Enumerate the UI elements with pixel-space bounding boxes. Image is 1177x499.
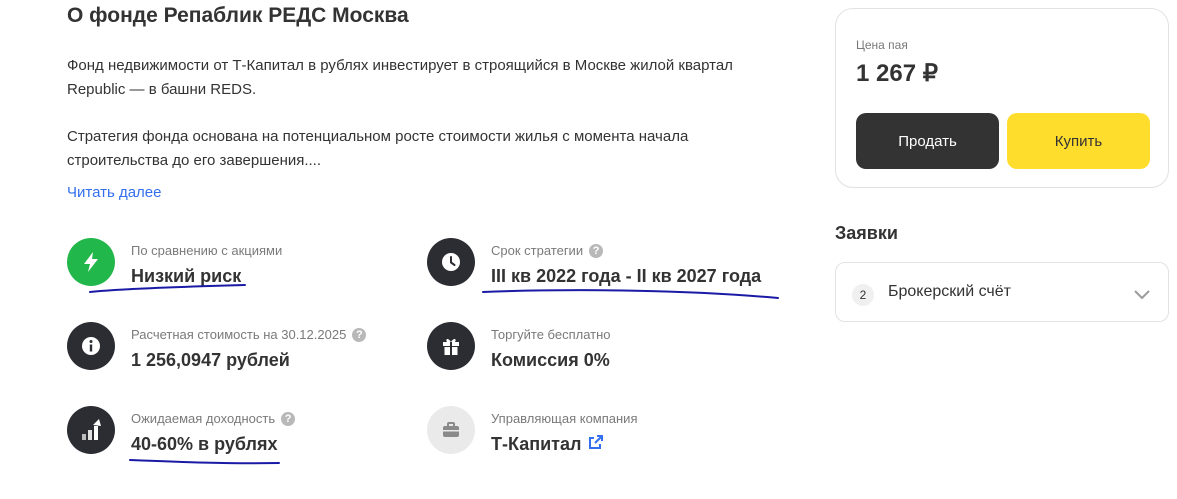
buy-button[interactable]: Купить [1007, 113, 1150, 169]
underline-term [482, 289, 779, 299]
price-value: 1 267 ₽ [856, 60, 938, 87]
sell-button[interactable]: Продать [856, 113, 999, 169]
orders-title: Заявки [835, 223, 898, 243]
account-label: Брокерский счёт [888, 283, 1011, 300]
underline-yield [129, 459, 280, 465]
account-count-badge: 2 [852, 284, 874, 306]
account-selector[interactable]: 2 Брокерский счёт [835, 262, 1169, 322]
price-label: Цена пая [856, 38, 908, 52]
price-card: Цена пая 1 267 ₽ Продать Купить [835, 8, 1169, 188]
underline-risk [89, 284, 246, 293]
chevron-down-icon[interactable] [1134, 287, 1150, 305]
